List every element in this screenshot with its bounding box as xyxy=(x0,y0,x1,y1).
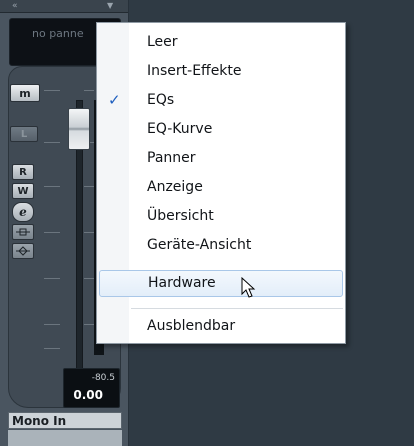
menu-item-leer[interactable]: Leer xyxy=(99,29,343,56)
menu-item-label: Anzeige xyxy=(147,179,203,195)
fader-scale-tick xyxy=(44,348,60,349)
peak-level-value: -80.5 xyxy=(91,373,115,383)
menu-item-uebersicht[interactable]: Übersicht xyxy=(99,203,343,230)
fader-scale-tick xyxy=(84,186,94,187)
edit-channel-button[interactable]: e xyxy=(12,202,34,222)
menu-item-label: Hardware xyxy=(148,275,216,291)
channel-name-label[interactable]: Mono In xyxy=(8,412,122,429)
menu-item-label: Übersicht xyxy=(147,208,214,224)
fader-scale-tick xyxy=(44,186,60,187)
link-diamond-icon xyxy=(16,246,30,256)
strip-view-context-menu: Leer Insert-Effekte ✓ EQs EQ-Kurve Panne… xyxy=(96,22,346,344)
bypass-icon xyxy=(16,228,30,236)
menu-item-panner[interactable]: Panner xyxy=(99,145,343,172)
level-readout[interactable]: -80.5 0.00 xyxy=(63,368,120,408)
channel-link-button[interactable] xyxy=(12,243,34,259)
fader-scale-tick xyxy=(44,90,60,91)
menu-separator xyxy=(131,308,343,309)
menu-item-hardware[interactable]: Hardware xyxy=(99,270,343,297)
menu-item-label: Leer xyxy=(147,34,178,50)
fader-scale-tick xyxy=(44,142,60,143)
fader-scale-tick xyxy=(84,324,94,325)
listen-button[interactable]: L xyxy=(10,126,38,142)
write-automation-button[interactable]: W xyxy=(12,183,34,199)
menu-item-ausblendbar[interactable]: Ausblendbar xyxy=(99,313,343,340)
menu-item-label: Geräte-Ansicht xyxy=(147,237,252,253)
menu-item-eq-kurve[interactable]: EQ-Kurve xyxy=(99,116,343,143)
volume-level-value[interactable]: 0.00 xyxy=(73,388,103,402)
fader-scale-tick xyxy=(84,278,94,279)
menu-item-label: Insert-Effekte xyxy=(147,63,242,79)
menu-item-label: Panner xyxy=(147,150,196,166)
menu-item-geraete-ansicht[interactable]: Geräte-Ansicht xyxy=(99,232,343,259)
checkmark-icon: ✓ xyxy=(108,91,121,109)
mouse-pointer-icon xyxy=(241,277,256,298)
fader-scale-tick xyxy=(84,90,94,91)
menu-item-label: EQ-Kurve xyxy=(147,121,213,137)
menu-item-anzeige[interactable]: Anzeige xyxy=(99,174,343,201)
fader-scale-tick xyxy=(44,278,60,279)
panner-status-text: no panne xyxy=(32,27,84,40)
fader-scale-tick xyxy=(84,232,94,233)
menu-item-eqs[interactable]: ✓ EQs xyxy=(99,87,343,114)
channel-name-strip-lower xyxy=(8,430,122,446)
fader-scale-tick xyxy=(44,324,60,325)
menu-item-label: Ausblendbar xyxy=(147,318,236,334)
fader-scale-tick xyxy=(44,232,60,233)
menu-item-label: EQs xyxy=(147,92,175,108)
strip-menu-arrow-icon[interactable]: ▼ xyxy=(107,1,113,11)
volume-fader-handle[interactable] xyxy=(68,108,90,150)
read-automation-button[interactable]: R xyxy=(12,164,34,180)
bypass-inserts-button[interactable] xyxy=(12,224,34,240)
menu-item-insert-effekte[interactable]: Insert-Effekte xyxy=(99,58,343,85)
collapse-arrow-icon[interactable]: « xyxy=(12,1,18,11)
strip-header: « ▼ xyxy=(0,0,128,13)
monitor-button[interactable]: m xyxy=(10,84,40,102)
